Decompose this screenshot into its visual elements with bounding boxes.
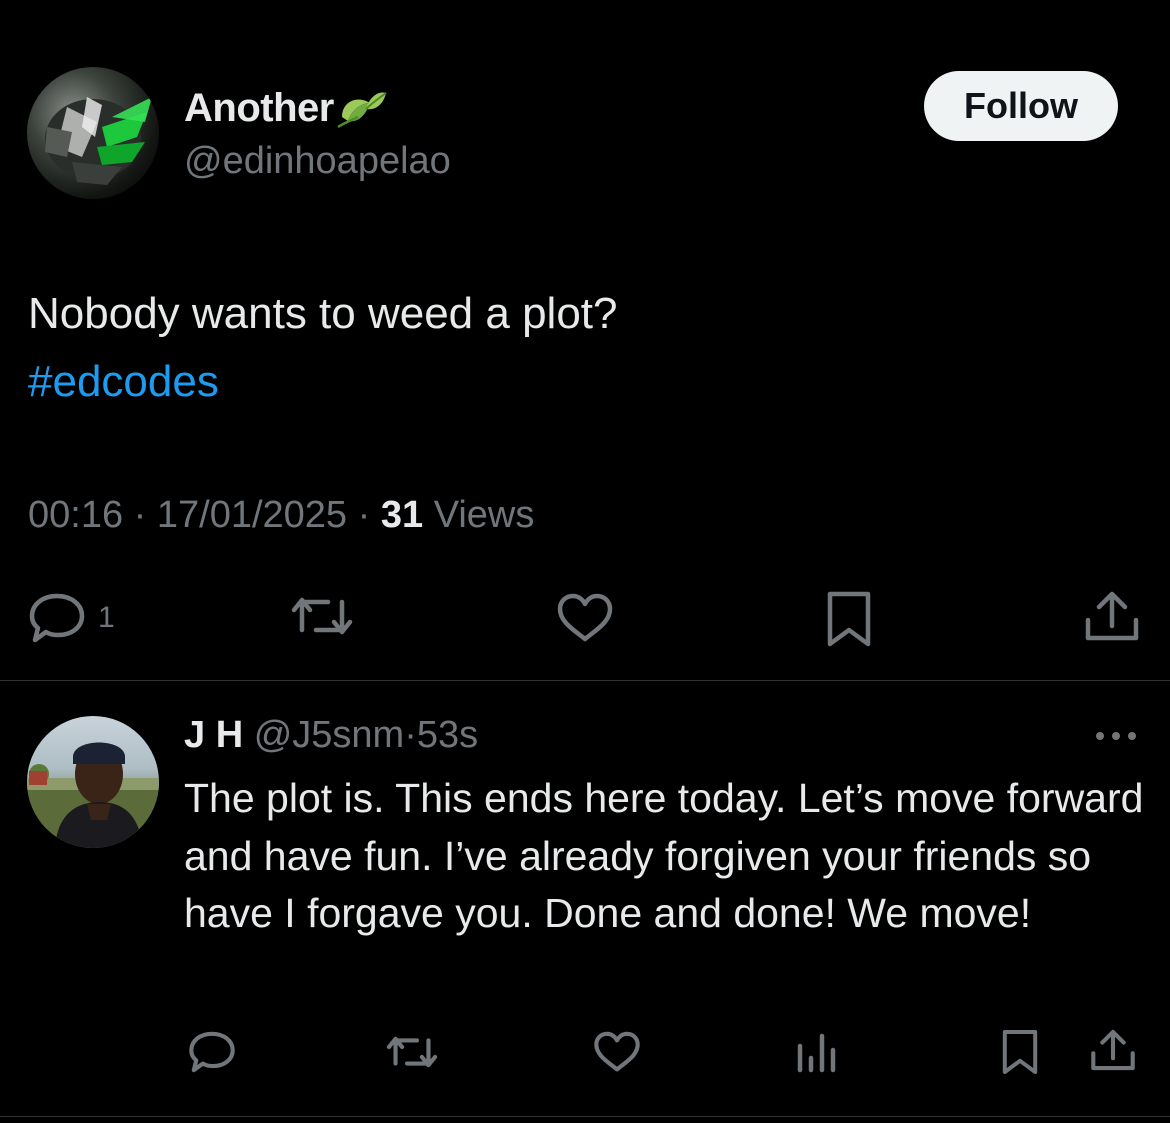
bookmark-button[interactable]: [824, 590, 874, 648]
meta-separator: ·: [133, 494, 147, 536]
tweet-metadata: 00:16 · 17/01/2025 · 31 Views: [28, 494, 534, 537]
reply-count: 1: [98, 601, 115, 634]
leaf-icon: [336, 87, 388, 131]
hashtag-link[interactable]: #edcodes: [28, 348, 618, 416]
reply-icon: [188, 1030, 236, 1074]
reply-header: J H @J5snm·53s: [184, 714, 478, 757]
bookmark-icon: [1000, 1028, 1040, 1076]
like-button[interactable]: [556, 592, 614, 644]
reply-separator: ·: [404, 714, 417, 756]
tweet-time[interactable]: 00:16: [28, 494, 123, 536]
tweet-text: Nobody wants to weed a plot? #edcodes: [28, 280, 618, 416]
analytics-icon: [796, 1030, 838, 1074]
retweet-icon: [384, 1030, 440, 1074]
like-icon: [556, 592, 614, 644]
more-options-icon[interactable]: [1094, 726, 1138, 751]
reply-reply-button[interactable]: [188, 1030, 236, 1074]
reply-share-button[interactable]: [1090, 1028, 1136, 1072]
bookmark-icon: [824, 590, 874, 648]
meta-separator: ·: [357, 494, 371, 536]
retweet-button[interactable]: [288, 590, 356, 642]
tweet-date[interactable]: 17/01/2025: [157, 494, 347, 536]
tweet-text-line: Nobody wants to weed a plot?: [28, 289, 618, 338]
divider: [0, 1116, 1170, 1117]
reply-timestamp[interactable]: 53s: [417, 714, 478, 756]
divider: [0, 680, 1170, 681]
follow-button[interactable]: Follow: [924, 71, 1118, 141]
retweet-icon: [288, 590, 356, 642]
share-icon: [1084, 590, 1140, 642]
share-button[interactable]: [1084, 590, 1140, 642]
like-icon: [593, 1030, 641, 1074]
reply-like-button[interactable]: [593, 1030, 641, 1074]
reply-avatar[interactable]: [27, 716, 159, 848]
reply-author-handle[interactable]: @J5snm: [254, 714, 405, 756]
reply-bookmark-button[interactable]: [1000, 1028, 1040, 1076]
reply-button[interactable]: 1: [28, 592, 115, 644]
author-name-text: Another: [184, 86, 334, 130]
avatar[interactable]: [27, 67, 159, 199]
reply-icon: [28, 592, 86, 644]
reply-author-name[interactable]: J H: [184, 714, 243, 756]
reply-text: The plot is. This ends here today. Let’s…: [184, 775, 1144, 936]
share-icon: [1090, 1028, 1136, 1072]
reply-analytics-button[interactable]: [796, 1030, 838, 1074]
reply-retweet-button[interactable]: [384, 1030, 440, 1074]
tweet-thread: Another @edinhoapelao Follow Nobody want…: [0, 0, 1170, 1123]
views-count: 31: [380, 494, 424, 536]
author-handle[interactable]: @edinhoapelao: [184, 140, 451, 183]
author-display-name[interactable]: Another: [184, 86, 388, 131]
views-label: Views: [433, 494, 535, 536]
